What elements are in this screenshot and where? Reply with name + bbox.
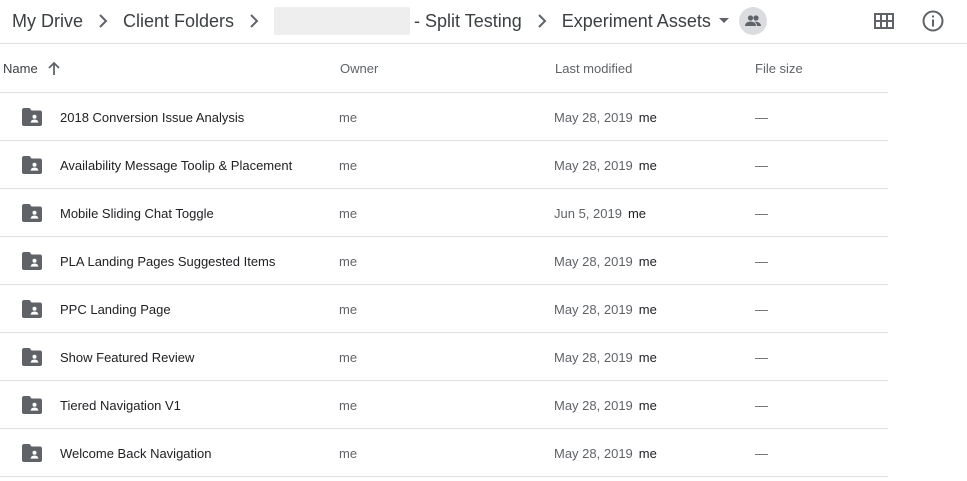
modified-date: Jun 5, 2019 — [554, 205, 622, 221]
chevron-right-icon — [522, 0, 562, 42]
file-owner: me — [339, 445, 358, 461]
breadcrumb-my-drive[interactable]: My Drive — [12, 11, 83, 32]
file-name: Availability Message Toolip & Placement — [60, 157, 293, 173]
chevron-right-icon — [234, 0, 274, 42]
modified-date: May 28, 2019 — [554, 253, 633, 269]
chevron-right-icon — [83, 0, 123, 42]
modified-by: me — [638, 157, 657, 173]
shared-folder-icon — [22, 300, 42, 318]
column-header-owner[interactable]: Owner — [340, 44, 378, 92]
file-name: PPC Landing Page — [60, 301, 171, 317]
file-size: — — [755, 157, 768, 173]
file-row[interactable]: Welcome Back Navigation me May 28, 2019 … — [0, 429, 888, 477]
file-name: PLA Landing Pages Suggested Items — [60, 253, 276, 269]
file-size: — — [755, 445, 768, 461]
file-row[interactable]: Availability Message Toolip & Placement … — [0, 141, 888, 189]
file-last-modified: May 28, 2019 me — [554, 93, 657, 141]
modified-date: May 28, 2019 — [554, 445, 633, 461]
modified-by: me — [638, 397, 657, 413]
file-owner: me — [339, 253, 358, 269]
file-name: Mobile Sliding Chat Toggle — [60, 205, 214, 221]
shared-folder-icon — [22, 204, 42, 222]
modified-by: me — [638, 109, 657, 125]
file-owner: me — [339, 397, 358, 413]
modified-date: May 28, 2019 — [554, 157, 633, 173]
caret-down-icon — [718, 18, 729, 24]
modified-by: me — [627, 205, 647, 221]
file-row[interactable]: PPC Landing Page me May 28, 2019 me — — [0, 285, 888, 333]
file-name: Tiered Navigation V1 — [60, 397, 181, 413]
file-list: 2018 Conversion Issue Analysis me May 28… — [0, 93, 888, 477]
file-size: — — [755, 397, 768, 413]
modified-date: May 28, 2019 — [554, 301, 633, 317]
file-row[interactable]: Show Featured Review me May 28, 2019 me … — [0, 333, 888, 381]
file-size: — — [755, 301, 768, 317]
file-name: 2018 Conversion Issue Analysis — [60, 109, 245, 125]
file-size: — — [755, 253, 768, 269]
file-last-modified: May 28, 2019 me — [554, 429, 657, 477]
breadcrumb-current-folder[interactable]: Experiment Assets — [562, 11, 735, 32]
shared-folder-icon — [22, 396, 42, 414]
shared-folder-icon — [22, 156, 42, 174]
file-name: Welcome Back Navigation — [60, 445, 212, 461]
column-header-last-modified[interactable]: Last modified — [555, 44, 632, 92]
file-last-modified: May 28, 2019 me — [554, 381, 657, 429]
modified-date: May 28, 2019 — [554, 349, 633, 365]
modified-by: me — [638, 349, 657, 365]
arrow-up-icon[interactable] — [48, 61, 60, 75]
modified-by: me — [638, 445, 657, 461]
people-icon[interactable] — [738, 7, 767, 35]
shared-folder-icon — [22, 108, 42, 126]
file-last-modified: May 28, 2019 me — [554, 237, 657, 285]
modified-by: me — [638, 301, 657, 317]
file-owner: me — [339, 349, 358, 365]
file-row[interactable]: Tiered Navigation V1 me May 28, 2019 me … — [0, 381, 888, 429]
modified-date: May 28, 2019 — [554, 397, 633, 413]
breadcrumb: My Drive Client Folders - Split Testing … — [12, 0, 767, 42]
column-headers: Name Owner Last modified File size — [0, 44, 888, 93]
modified-by: me — [638, 253, 657, 269]
file-row[interactable]: PLA Landing Pages Suggested Items me May… — [0, 237, 888, 285]
file-row[interactable]: Mobile Sliding Chat Toggle me Jun 5, 201… — [0, 189, 888, 237]
file-row[interactable]: 2018 Conversion Issue Analysis me May 28… — [0, 93, 888, 141]
top-bar: My Drive Client Folders - Split Testing … — [0, 0, 967, 44]
breadcrumb-experiment-assets: Experiment Assets — [561, 10, 711, 31]
modified-date: May 28, 2019 — [554, 109, 633, 125]
file-owner: me — [339, 301, 358, 317]
file-name: Show Featured Review — [60, 349, 195, 365]
file-owner: me — [339, 157, 358, 173]
info-icon[interactable] — [921, 9, 945, 33]
shared-folder-icon — [22, 444, 42, 462]
breadcrumb-client-folders[interactable]: Client Folders — [123, 11, 234, 32]
file-size: — — [755, 349, 768, 365]
file-size: — — [755, 205, 768, 221]
file-owner: me — [339, 109, 358, 125]
column-header-name[interactable]: Name — [3, 44, 60, 92]
breadcrumb-split-testing[interactable]: - Split Testing — [414, 11, 522, 32]
file-size: — — [755, 109, 768, 125]
shared-folder-icon — [22, 252, 42, 270]
column-header-file-size[interactable]: File size — [755, 44, 803, 92]
file-last-modified: May 28, 2019 me — [554, 285, 657, 333]
file-last-modified: Jun 5, 2019 me — [554, 189, 646, 237]
file-last-modified: May 28, 2019 me — [554, 141, 657, 189]
redacted-text-block — [274, 7, 411, 35]
shared-folder-icon — [22, 348, 42, 366]
grid-view-icon[interactable] — [873, 10, 895, 32]
column-header-name-label: Name — [3, 60, 38, 76]
file-last-modified: May 28, 2019 me — [554, 333, 657, 381]
file-owner: me — [339, 205, 358, 221]
